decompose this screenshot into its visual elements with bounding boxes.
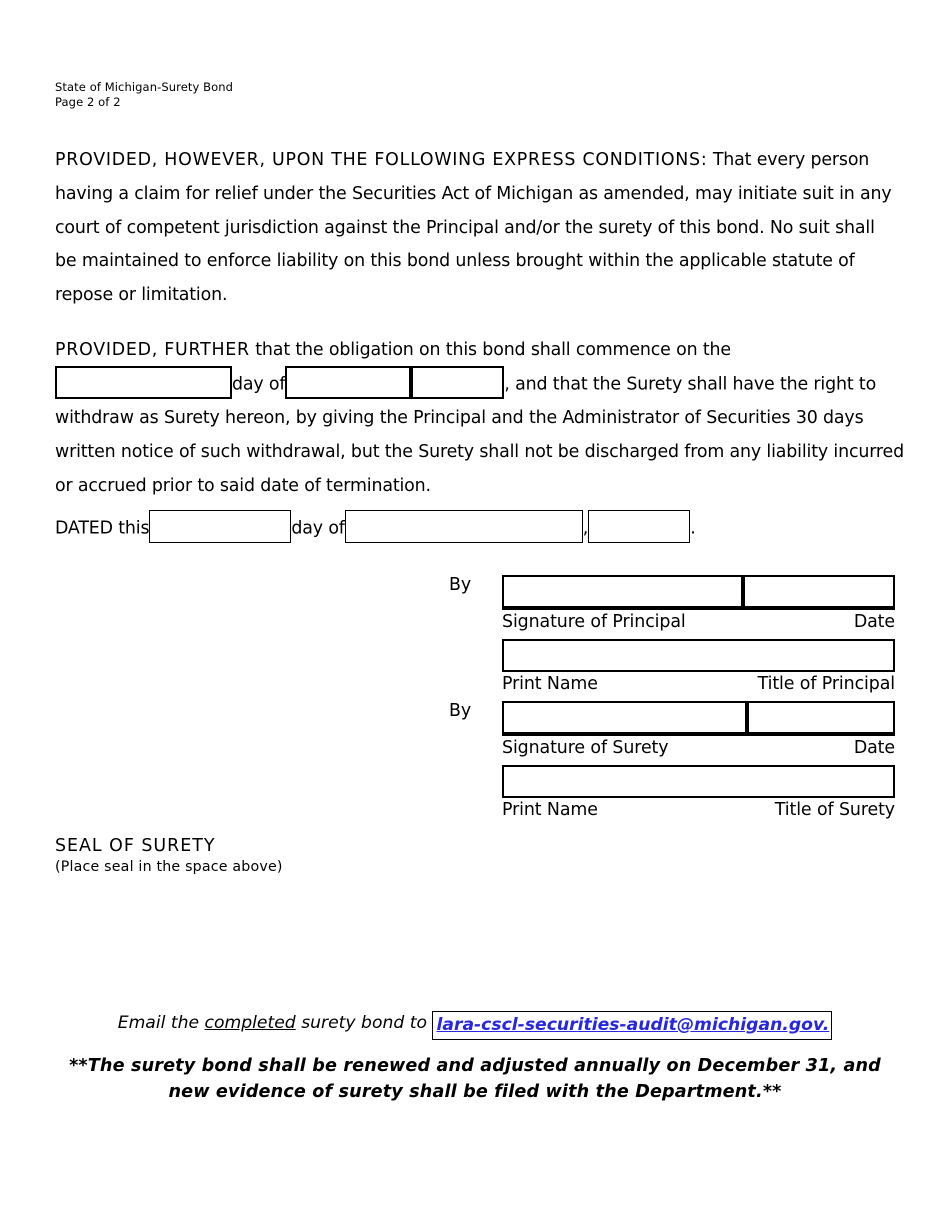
paragraph-2-rest: withdraw as Surety hereon, by giving the…	[55, 408, 904, 496]
principal-printname-row	[449, 639, 895, 672]
surety-date-field[interactable]	[747, 701, 895, 734]
surety-printname-captions: Print Name Title of Surety	[502, 798, 895, 822]
principal-printname-caption: Print Name	[502, 674, 598, 694]
page-number: Page 2 of 2	[55, 94, 121, 109]
paragraph-1-lead: PROVIDED, HOWEVER, UPON THE FOLLOWING EX…	[55, 150, 708, 170]
surety-signature-captions: Signature of Surety Date	[502, 736, 895, 760]
dated-day-field[interactable]	[149, 510, 292, 543]
signature-block: By Signature of Principal Date Print Nam…	[449, 575, 895, 822]
dated-prefix-label: DATED this	[55, 518, 150, 539]
paragraph-2-line-1: PROVIDED, FURTHER that the obligation on…	[55, 334, 905, 368]
dated-line: DATED this day of,.	[55, 510, 696, 546]
email-prefix-text: Email the	[117, 1013, 205, 1033]
commence-trailing-text: , and that the Surety shall have the rig…	[504, 374, 877, 395]
surety-title-caption: Title of Surety	[774, 800, 895, 820]
surety-by-label: By	[449, 701, 472, 721]
paragraph-express-conditions: PROVIDED, HOWEVER, UPON THE FOLLOWING EX…	[55, 144, 895, 313]
surety-signature-caption: Signature of Surety	[502, 738, 669, 758]
document-title: State of Michigan-Surety Bond	[55, 80, 234, 94]
principal-signature-caption: Signature of Principal	[502, 612, 686, 632]
dated-year-field[interactable]	[588, 510, 691, 543]
principal-by-label: By	[449, 575, 472, 595]
surety-printname-field[interactable]	[502, 765, 895, 798]
surety-printname-row	[449, 765, 895, 798]
surety-signature-field[interactable]	[502, 701, 747, 734]
dated-day-of-label: day of	[291, 518, 345, 539]
principal-title-caption: Title of Principal	[757, 674, 896, 694]
paragraph-provided-further: PROVIDED, FURTHER that the obligation on…	[55, 334, 905, 503]
dated-month-field[interactable]	[344, 510, 583, 543]
renewal-note: **The surety bond shall be renewed and a…	[69, 1056, 881, 1102]
seal-of-surety: SEAL OF SURETY (Place seal in the space …	[55, 834, 283, 877]
surety-signature-row: By	[449, 701, 895, 734]
principal-signature-field[interactable]	[502, 575, 743, 608]
principal-printname-field[interactable]	[502, 639, 895, 672]
email-middle-text: surety bond to	[295, 1013, 433, 1033]
commence-day-field[interactable]	[55, 365, 232, 399]
principal-signature-boxes	[502, 575, 895, 608]
principal-signature-captions: Signature of Principal Date	[502, 610, 895, 634]
seal-title: SEAL OF SURETY	[55, 836, 216, 856]
principal-printname-captions: Print Name Title of Principal	[502, 672, 895, 696]
email-instruction-line: Email the completed surety bond to lara-…	[0, 1009, 950, 1040]
paragraph-2-lead: PROVIDED, FURTHER	[55, 340, 250, 360]
surety-printname-caption: Print Name	[502, 800, 598, 820]
surety-printname-boxes	[502, 765, 895, 798]
seal-subtitle: (Place seal in the space above)	[55, 859, 283, 875]
email-address-link[interactable]: lara-cscl-securities-audit@michigan.gov.	[436, 1015, 829, 1035]
surety-signature-boxes	[502, 701, 895, 734]
principal-printname-boxes	[502, 639, 895, 672]
paragraph-1-body: That every person having a claim for rel…	[55, 150, 892, 306]
principal-date-caption: Date	[853, 612, 895, 632]
commence-year-field[interactable]	[411, 365, 505, 399]
dated-period: .	[690, 518, 696, 539]
page-header: State of Michigan-Surety Bond Page 2 of …	[55, 80, 233, 109]
email-link-box[interactable]: lara-cscl-securities-audit@michigan.gov.	[432, 1011, 833, 1040]
commence-month-field[interactable]	[285, 365, 412, 399]
principal-signature-row: By	[449, 575, 895, 608]
paragraph-2-line1-text: that the obligation on this bond shall c…	[249, 340, 731, 360]
commence-day-of-label: day of	[232, 374, 286, 395]
email-completed-word: completed	[204, 1013, 296, 1033]
principal-date-field[interactable]	[743, 575, 895, 608]
surety-date-caption: Date	[853, 738, 895, 758]
paragraph-2-line-2: day of , and that the Surety shall have t…	[55, 365, 905, 402]
